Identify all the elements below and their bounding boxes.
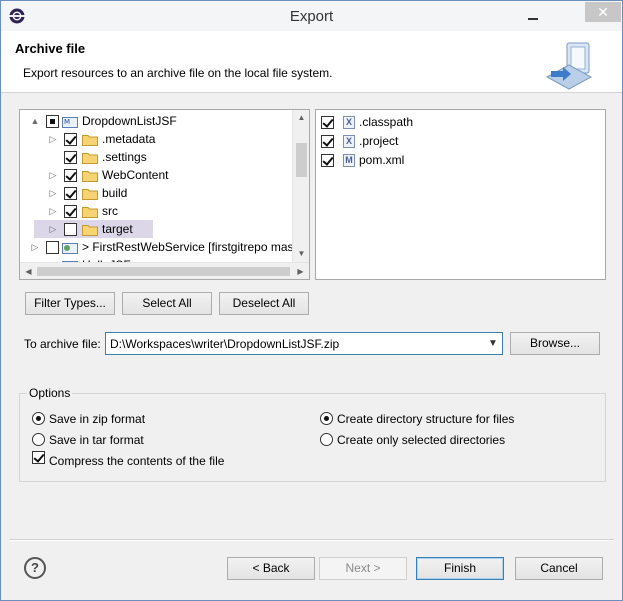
- tree-checkbox[interactable]: [64, 187, 77, 200]
- web-project-icon: [62, 243, 78, 254]
- browse-button[interactable]: Browse...: [510, 332, 600, 355]
- archive-export-icon: [545, 42, 593, 90]
- page-description: Export resources to an archive file on t…: [23, 66, 333, 80]
- cancel-button[interactable]: Cancel: [515, 557, 603, 580]
- file-list[interactable]: X .classpath X .project M pom.xml: [315, 109, 606, 280]
- deselect-all-button[interactable]: Deselect All: [219, 292, 309, 315]
- archive-file-combo[interactable]: D:\Workspaces\writer\DropdownListJSF.zip…: [105, 332, 503, 355]
- tree-item-label: src: [102, 204, 118, 218]
- expand-icon[interactable]: ▷: [48, 187, 58, 199]
- tree-row-build[interactable]: ▷ build: [20, 184, 292, 202]
- tree-row-src[interactable]: ▷ src: [20, 202, 292, 220]
- file-label: .classpath: [359, 115, 414, 129]
- scroll-up-arrow-icon[interactable]: ▲: [293, 110, 309, 126]
- xml-file-icon: X: [343, 135, 355, 148]
- page-title: Archive file: [15, 41, 86, 56]
- tree-checkbox[interactable]: [64, 205, 77, 218]
- expand-icon[interactable]: ▷: [30, 241, 40, 253]
- tree-checkbox[interactable]: [64, 169, 77, 182]
- dropdown-arrow-icon[interactable]: ▼: [486, 336, 500, 352]
- tree-checkbox[interactable]: [46, 241, 59, 254]
- tree-row-metadata[interactable]: ▷ .metadata: [20, 130, 292, 148]
- directory-structure-label: Create directory structure for files: [337, 412, 515, 426]
- tree-checkbox[interactable]: [64, 133, 77, 146]
- folder-icon: [82, 225, 98, 236]
- tree-item-label: DropdownListJSF: [82, 114, 177, 128]
- compress-checkbox[interactable]: [32, 451, 45, 464]
- tree-row-target[interactable]: ▷ target: [34, 220, 153, 238]
- tree-row-webcontent[interactable]: ▷ WebContent: [20, 166, 292, 184]
- next-button[interactable]: Next >: [319, 557, 407, 580]
- expand-icon[interactable]: ▷: [48, 205, 58, 217]
- title-bar: Export ✕: [1, 1, 622, 31]
- scroll-left-arrow-icon[interactable]: ◀: [20, 263, 37, 279]
- maven-pom-icon: M: [343, 154, 355, 167]
- folder-icon: [82, 153, 98, 164]
- file-label: .project: [359, 134, 399, 148]
- tree-checkbox[interactable]: [64, 151, 77, 164]
- selected-directories-radio[interactable]: [320, 433, 333, 446]
- back-button[interactable]: < Back: [227, 557, 315, 580]
- scroll-thumb[interactable]: [296, 143, 307, 177]
- help-icon[interactable]: ?: [24, 557, 46, 579]
- zip-format-label: Save in zip format: [49, 412, 146, 426]
- finish-button[interactable]: Finish: [416, 557, 504, 580]
- close-button[interactable]: ✕: [585, 2, 621, 22]
- tree-row-firstrestwebservice[interactable]: ▷ > FirstRestWebService [firstgitrepo ma…: [20, 238, 294, 256]
- filter-types-button[interactable]: Filter Types...: [25, 292, 115, 315]
- wizard-banner: Archive file Export resources to an arch…: [1, 31, 622, 93]
- tar-format-label: Save in tar format: [49, 433, 144, 447]
- folder-icon: [82, 207, 98, 218]
- tree-item-label: .settings: [102, 150, 147, 164]
- folder-icon: [82, 135, 98, 146]
- directory-structure-radio[interactable]: [320, 412, 333, 425]
- tree-item-label: .metadata: [102, 132, 156, 146]
- scroll-thumb[interactable]: [37, 267, 290, 276]
- selected-directories-label: Create only selected directories: [337, 433, 506, 447]
- tree-vertical-scrollbar[interactable]: ▲ ▼: [292, 110, 309, 262]
- resource-tree[interactable]: ▲ M DropdownListJSF ▷ .metadata .setting…: [19, 109, 310, 280]
- footer-divider: [9, 539, 614, 541]
- maven-project-icon: M: [62, 117, 78, 128]
- minimize-button[interactable]: [520, 7, 546, 25]
- tree-item-label: > FirstRestWebService [firstgitrepo mas: [82, 240, 294, 254]
- archive-file-label: To archive file:: [24, 337, 101, 351]
- file-checkbox[interactable]: [321, 135, 334, 148]
- tree-row-dropdownlistjsf[interactable]: ▲ M DropdownListJSF: [20, 112, 292, 130]
- select-all-button[interactable]: Select All: [122, 292, 212, 315]
- expand-icon[interactable]: ▷: [48, 169, 58, 181]
- tar-format-radio[interactable]: [32, 433, 45, 446]
- zip-format-radio[interactable]: [32, 412, 45, 425]
- tree-item-label: WebContent: [102, 168, 169, 182]
- svg-text:M: M: [64, 118, 70, 126]
- xml-file-icon: X: [343, 116, 355, 129]
- expand-icon[interactable]: ▷: [48, 133, 58, 145]
- tree-checkbox[interactable]: [46, 115, 59, 128]
- archive-file-value: D:\Workspaces\writer\DropdownListJSF.zip: [110, 337, 340, 351]
- tree-item-label: build: [102, 186, 128, 200]
- collapse-icon[interactable]: ▲: [30, 115, 40, 127]
- expand-icon[interactable]: ▷: [48, 223, 58, 235]
- scroll-down-arrow-icon[interactable]: ▼: [293, 246, 309, 262]
- options-legend: Options: [27, 386, 73, 400]
- file-label: pom.xml: [359, 153, 405, 167]
- folder-icon: [82, 189, 98, 200]
- scroll-right-arrow-icon[interactable]: ▶: [292, 263, 309, 279]
- tree-item-label: target: [102, 222, 133, 236]
- folder-icon: [82, 171, 98, 182]
- tree-checkbox[interactable]: [64, 223, 77, 236]
- export-dialog: Export ✕ Archive file Export resources t…: [0, 0, 623, 601]
- tree-horizontal-scrollbar[interactable]: ◀ ▶: [20, 262, 309, 279]
- file-checkbox[interactable]: [321, 154, 334, 167]
- compress-label: Compress the contents of the file: [49, 454, 225, 468]
- tree-row-settings[interactable]: .settings: [20, 148, 292, 166]
- file-checkbox[interactable]: [321, 116, 334, 129]
